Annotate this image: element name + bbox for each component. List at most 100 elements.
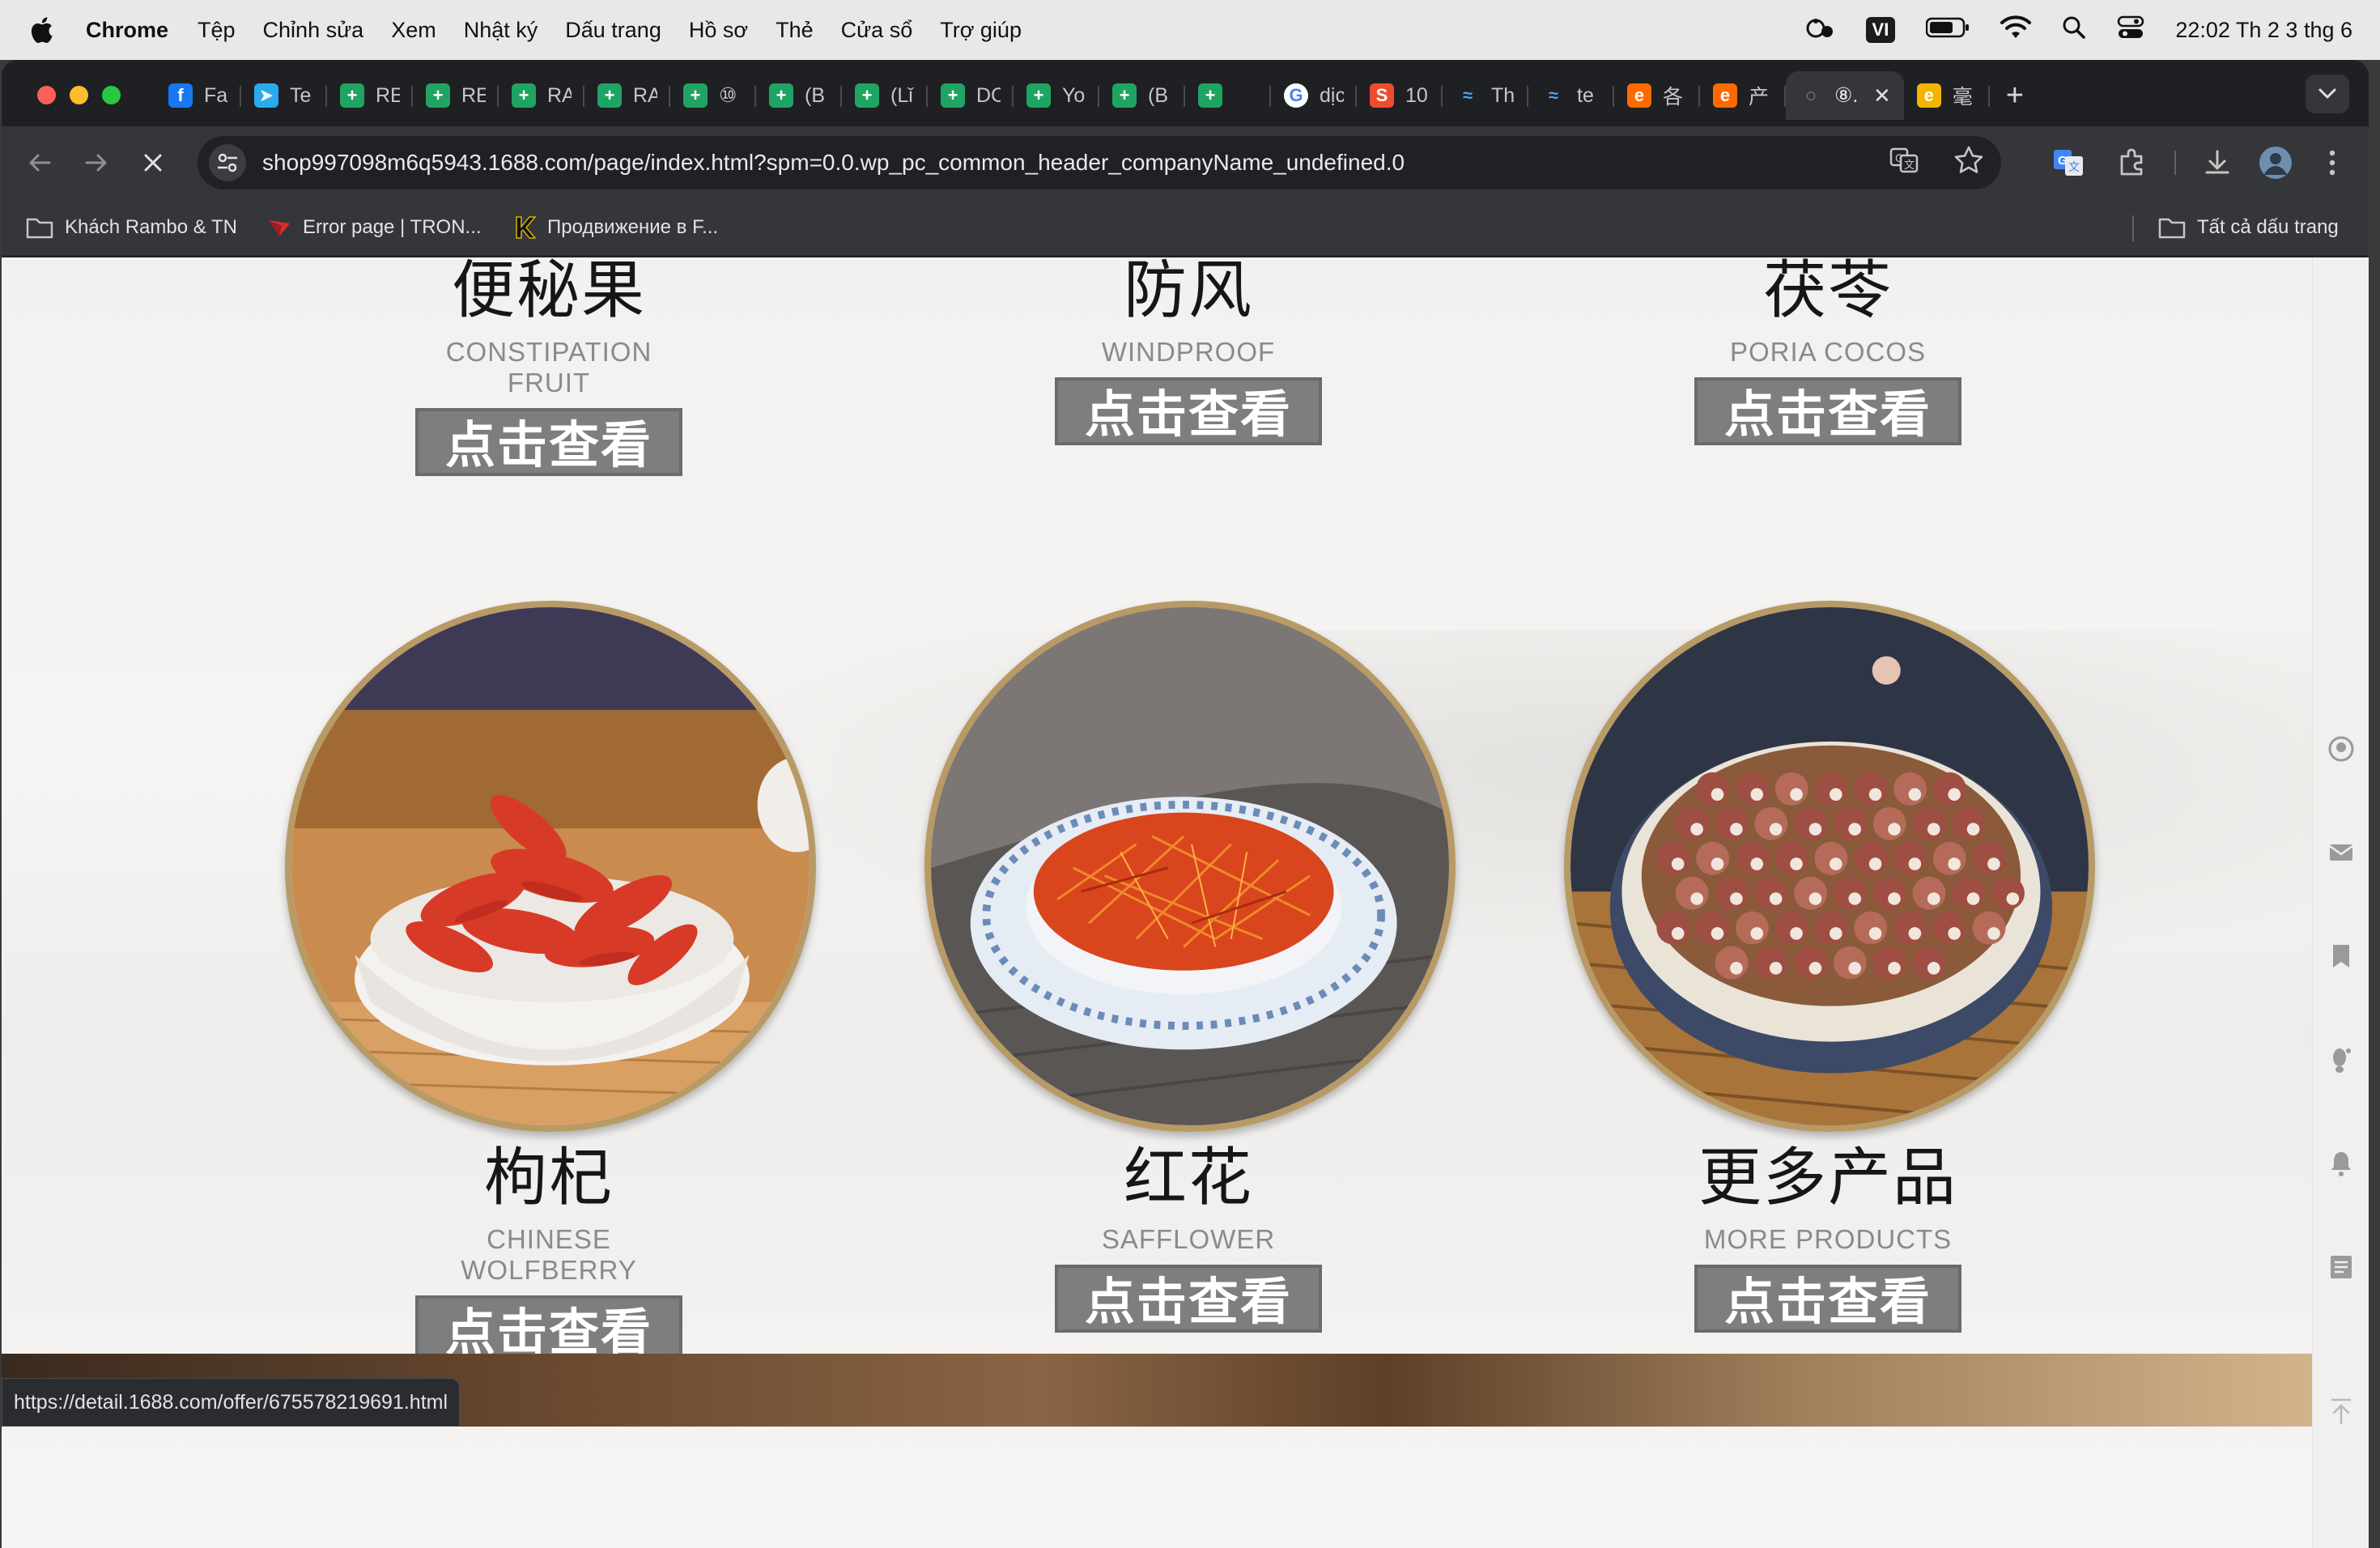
tab-title: RE (461, 83, 486, 107)
wifi-icon[interactable] (2000, 15, 2032, 45)
tab-strip: f Fa ➤ Te + RE + RE + RA + RA + ⑩ + (B + (Lǐ + DC + Yo + (B + Gdị… (2, 60, 2369, 126)
sheets-icon: + (769, 83, 793, 108)
forward-button[interactable] (78, 144, 115, 181)
window-close-button[interactable] (37, 86, 56, 104)
chrome-menu-kebab-icon[interactable] (2314, 144, 2351, 181)
tab-search-button[interactable] (2306, 74, 2349, 113)
menu-tab[interactable]: Thẻ (776, 18, 814, 43)
apple-icon[interactable] (29, 16, 53, 44)
browser-tab[interactable]: + ⑩ (670, 71, 756, 120)
browser-tab[interactable]: Gdịc (1271, 71, 1357, 120)
browser-tab[interactable]: + (B (756, 71, 842, 120)
euryale-seed-product-image[interactable] (1564, 601, 2095, 1132)
browser-tab[interactable]: + (B (1099, 71, 1185, 120)
svg-text:文: 文 (2068, 161, 2080, 174)
wolfberry-product-image[interactable] (285, 601, 816, 1132)
accessibility-icon[interactable] (1803, 14, 1835, 47)
browser-tab[interactable]: S 10 (1357, 71, 1443, 120)
browser-tab[interactable]: ◌ ⑧. ✕ (1786, 71, 1904, 120)
view-button[interactable]: 点击查看 (1694, 1265, 1961, 1333)
google-translate-extension-icon[interactable]: G文 (2050, 144, 2087, 181)
menu-help[interactable]: Trợ giúp (940, 18, 1022, 43)
battery-icon[interactable] (1926, 17, 1970, 44)
view-button[interactable]: 点击查看 (415, 408, 682, 476)
footprint-icon[interactable] (2327, 1046, 2355, 1074)
close-icon (144, 154, 162, 172)
bookmark-prodvizhenie[interactable]: Продвижение в F... (513, 199, 718, 256)
browser-tab[interactable]: + RA (499, 71, 584, 120)
menu-profiles[interactable]: Hồ sơ (689, 18, 748, 43)
view-button[interactable]: 点击查看 (1694, 377, 1961, 445)
extensions-puzzle-icon[interactable] (2113, 144, 2150, 181)
menubar-clock[interactable]: 22:02 Th 2 3 thg 6 (2175, 18, 2352, 43)
address-bar[interactable]: shop997098m6q5943.1688.com/page/index.ht… (198, 136, 2001, 189)
1688-icon: e (1627, 83, 1651, 108)
browser-tab[interactable]: ≈ te (1528, 71, 1614, 120)
stop-loading-button[interactable] (134, 144, 172, 181)
product-chinese-name: 茯苓 (1762, 257, 1893, 327)
browser-tab[interactable]: + DC (928, 71, 1014, 120)
arrow-right-icon (85, 154, 107, 172)
product-chinese-name: 便秘果 (451, 257, 646, 327)
product-english-name: WINDPROOF (1101, 337, 1276, 367)
browser-tab[interactable]: ➤ Te (241, 71, 327, 120)
tab-title: (Lǐ (890, 83, 913, 107)
menu-view[interactable]: Xem (391, 18, 436, 43)
menu-file[interactable]: Tệp (198, 18, 236, 43)
close-tab-icon[interactable]: ✕ (1873, 83, 1891, 108)
menu-edit[interactable]: Chỉnh sửa (263, 18, 364, 43)
sheets-icon: + (597, 83, 622, 108)
window-zoom-button[interactable] (102, 86, 121, 104)
back-button[interactable] (21, 144, 58, 181)
customer-service-icon[interactable] (2327, 735, 2355, 763)
sheets-icon: + (340, 83, 364, 108)
browser-tab[interactable]: + RA (584, 71, 670, 120)
bookmark-folder-khach-rambo[interactable]: Khách Rambo & TN (26, 199, 237, 256)
menu-app-chrome[interactable]: Chrome (86, 18, 168, 43)
browser-tab[interactable]: e毫 (1904, 71, 1990, 120)
telegram-icon: ➤ (254, 83, 278, 108)
browser-tab[interactable]: + (1185, 71, 1271, 120)
bookmark-icon[interactable] (2327, 942, 2355, 970)
omnibox-actions: G文 (1888, 144, 1985, 181)
shopee-icon: S (1370, 83, 1394, 108)
product-more-products: 更多产品 MORE PRODUCTS 点击查看 (1666, 1140, 1990, 1333)
menu-history[interactable]: Nhật ký (464, 18, 538, 43)
menu-window[interactable]: Cửa sổ (841, 18, 913, 43)
seed-bowl-illustration (1570, 607, 2089, 1125)
window-minimize-button[interactable] (70, 86, 88, 104)
menu-bookmarks[interactable]: Dấu trang (565, 18, 661, 43)
product-english-name: SAFFLOWER (1101, 1224, 1276, 1254)
loading-icon: ◌ (1805, 85, 1817, 105)
back-to-top-icon[interactable] (2327, 1397, 2355, 1425)
notification-bell-icon[interactable] (2327, 1150, 2355, 1177)
browser-tab[interactable]: + RE (327, 71, 413, 120)
browser-tab[interactable]: e产 (1700, 71, 1786, 120)
all-bookmarks-button[interactable]: Tất cả dấu trang (2158, 199, 2339, 256)
profile-avatar[interactable] (2257, 144, 2294, 181)
browser-tab[interactable]: + RE (413, 71, 499, 120)
browser-tab[interactable]: ≈ Th (1443, 71, 1528, 120)
translate-icon[interactable]: G文 (1888, 144, 1920, 181)
sheets-icon: + (683, 83, 708, 108)
control-center-icon[interactable] (2117, 15, 2144, 45)
spotlight-search-icon[interactable] (2062, 15, 2086, 45)
safflower-product-image[interactable] (924, 601, 1456, 1132)
view-button[interactable]: 点击查看 (1055, 377, 1322, 445)
new-tab-button[interactable]: + (2006, 79, 2024, 113)
document-list-icon[interactable] (2327, 1253, 2355, 1281)
browser-tab[interactable]: + Yo (1014, 71, 1099, 120)
input-source-badge[interactable]: VI (1865, 17, 1896, 43)
browser-tab[interactable]: e各 (1614, 71, 1700, 120)
browser-tab[interactable]: f Fa (155, 71, 241, 120)
browser-tab[interactable]: + (Lǐ (842, 71, 928, 120)
chrome-window: f Fa ➤ Te + RE + RE + RA + RA + ⑩ + (B + (Lǐ + DC + Yo + (B + Gdị… (2, 60, 2369, 1548)
bookmark-star-icon[interactable] (1953, 144, 1985, 181)
tab-title: ⑩ (719, 84, 737, 107)
downloads-icon[interactable] (2199, 144, 2236, 181)
view-button[interactable]: 点击查看 (1055, 1265, 1322, 1333)
message-icon[interactable] (2327, 839, 2355, 866)
site-info-button[interactable] (209, 144, 246, 181)
url-text[interactable]: shop997098m6q5943.1688.com/page/index.ht… (262, 150, 1405, 176)
bookmark-error-page-tron[interactable]: Error page | TRON... (267, 199, 482, 256)
